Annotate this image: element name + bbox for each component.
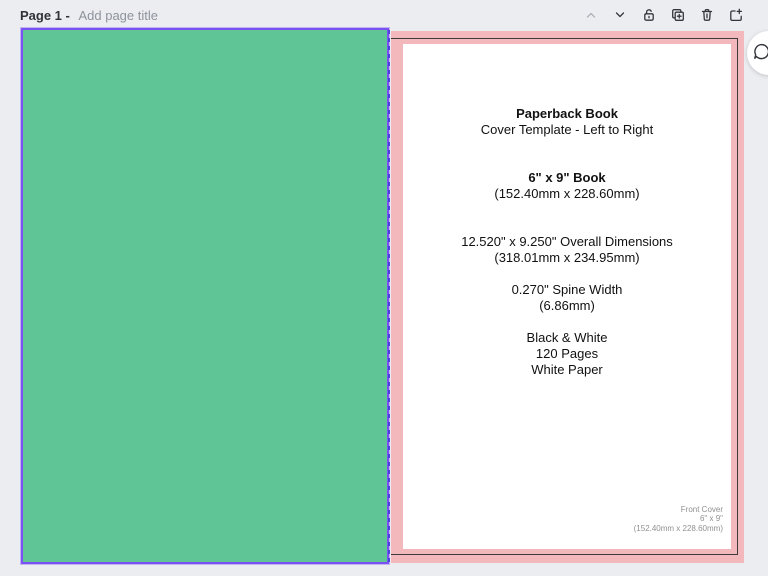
duplicate-page-button[interactable] [666, 4, 690, 28]
cover-subtitle: Cover Template - Left to Right [403, 122, 731, 138]
page-title-input[interactable]: Add page title [78, 8, 158, 23]
page-header: Page 1 - Add page title [20, 8, 158, 24]
move-page-up-button[interactable] [579, 4, 603, 28]
cover-text: Paperback Book Cover Template - Left to … [403, 106, 731, 378]
lock-page-button[interactable] [637, 4, 661, 28]
print-specs-block: Black & White 120 Pages White Paper [403, 330, 731, 378]
comment-icon [752, 42, 768, 64]
green-rectangle-element[interactable] [21, 28, 389, 564]
overall-dimensions-block: 12.520" x 9.250" Overall Dimensions (318… [403, 234, 731, 266]
move-page-down-button[interactable] [608, 4, 632, 28]
trash-icon [699, 7, 715, 26]
delete-page-button[interactable] [695, 4, 719, 28]
chevron-down-icon [612, 7, 628, 26]
page-toolbar [579, 4, 748, 28]
front-cover-page: Paperback Book Cover Template - Left to … [403, 44, 731, 549]
spine-width-block: 0.270" Spine Width (6.86mm) [403, 282, 731, 314]
green-rectangle-fill [23, 30, 387, 562]
add-page-button[interactable] [724, 4, 748, 28]
duplicate-icon [670, 7, 686, 26]
chevron-up-icon [583, 7, 599, 26]
front-cover-label: Front Cover 6" x 9" (152.40mm x 228.60mm… [634, 505, 723, 534]
page-number-label: Page 1 - [20, 8, 70, 23]
cover-template-image[interactable]: Paperback Book Cover Template - Left to … [391, 31, 744, 563]
dashed-guide-line [388, 30, 390, 563]
cover-title: Paperback Book [403, 106, 731, 122]
cover-title-block: Paperback Book Cover Template - Left to … [403, 106, 731, 138]
add-page-icon [728, 7, 744, 26]
comment-button[interactable] [747, 31, 768, 75]
book-size-block: 6" x 9" Book (152.40mm x 228.60mm) [403, 170, 731, 202]
lock-icon [641, 7, 657, 26]
